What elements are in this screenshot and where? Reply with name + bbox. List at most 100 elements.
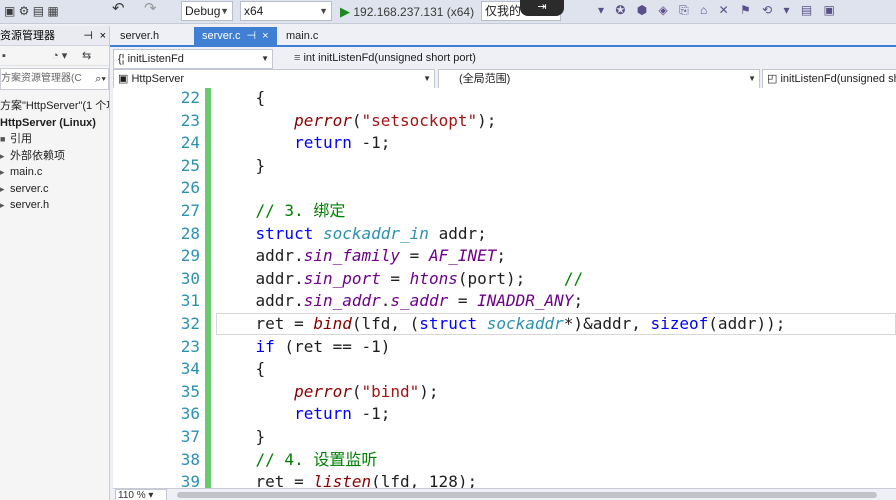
- code-token: sizeof: [650, 314, 709, 333]
- code-line[interactable]: 38 // 4. 设置监听: [113, 449, 896, 472]
- code-token: listen: [313, 472, 372, 488]
- code-line[interactable]: 29 addr.sin_family = AF_INET;: [113, 245, 896, 268]
- platform-select[interactable]: x64 ▼: [240, 1, 332, 21]
- code-token: struct: [419, 314, 478, 333]
- member-select[interactable]: ◰ initListenFd(unsigned sh: [762, 69, 896, 89]
- code-line[interactable]: 22 {: [113, 88, 896, 110]
- tab-label: server.h: [120, 30, 160, 42]
- start-debug-button[interactable]: ▶ 192.168.237.131 (x64): [340, 3, 474, 20]
- line-number: 34: [180, 359, 200, 379]
- code-line[interactable]: 23 perror("setsockopt");: [113, 110, 896, 133]
- global-scope-value: (全局范围): [459, 73, 511, 85]
- tree-item-label: 外部依赖项: [10, 149, 65, 162]
- code-token: ret =: [217, 314, 314, 333]
- code-line[interactable]: 23 if (ret == -1): [113, 336, 896, 359]
- code-line[interactable]: 39 ret = listen(lfd, 128);: [113, 471, 896, 488]
- solution-search-placeholder: 方案资源管理器(C: [1, 73, 82, 84]
- code-line[interactable]: 34 {: [113, 358, 896, 381]
- code-line[interactable]: 32 ret = bind(lfd, (struct sockaddr*)&ad…: [113, 313, 896, 336]
- code-text: // 3. 绑定: [217, 200, 346, 223]
- solution-search-input[interactable]: 方案资源管理器(C ⌕▾: [0, 68, 109, 90]
- save-all-icon[interactable]: ▣ ⚙ ▤ ▦: [4, 3, 59, 20]
- line-number: 23: [180, 110, 200, 130]
- configuration-select[interactable]: Debug ▼: [181, 1, 233, 21]
- code-text: perror("bind");: [217, 381, 439, 404]
- zoom-value: 110 %: [118, 490, 146, 500]
- tree-item-references[interactable]: ■ 引用: [0, 131, 109, 148]
- code-text: perror("setsockopt");: [217, 110, 496, 133]
- tree-item-label: 引用: [10, 133, 32, 145]
- collapse-icon[interactable]: ▪: [2, 46, 6, 66]
- code-token: addr;: [428, 223, 487, 243]
- code-text: }: [217, 426, 266, 449]
- code-line[interactable]: 24 return -1;: [113, 132, 896, 155]
- toolbar-icon-group[interactable]: ▾ ✪ ⬢ ◈ ⎘ ⌂ ✕ ⚑ ⟲ ▾ ▤ ▣: [598, 3, 839, 18]
- code-text: return -1;: [217, 403, 390, 426]
- code-line[interactable]: 26: [113, 177, 896, 200]
- line-number: 28: [180, 223, 200, 243]
- line-number: 37: [180, 427, 200, 446]
- code-token: addr.: [217, 268, 304, 288]
- pin-icon[interactable]: ⊣: [83, 26, 93, 46]
- tree-item-external-deps[interactable]: ▸ 外部依赖项: [0, 148, 109, 165]
- code-token: (port);: [457, 268, 564, 288]
- chevron-down-icon: ▼: [220, 6, 229, 16]
- redo-icon[interactable]: ↷: [144, 0, 157, 17]
- code-token: );: [477, 110, 497, 130]
- tree-item-project[interactable]: HttpServer (Linux): [0, 115, 109, 132]
- code-token: ;: [496, 246, 507, 266]
- code-token: addr.: [217, 291, 304, 311]
- undo-icon[interactable]: ↶: [112, 0, 125, 17]
- code-line[interactable]: 25 }: [113, 155, 896, 178]
- code-line[interactable]: 30 addr.sin_port = htons(port); //: [113, 268, 896, 291]
- code-token: ret =: [217, 472, 314, 488]
- horizontal-scrollbar[interactable]: [177, 492, 877, 498]
- line-number: 23: [180, 336, 200, 356]
- search-icon: ⌕▾: [95, 73, 106, 85]
- tree-item-solution[interactable]: 方案"HttpServer"(1 个项: [0, 98, 109, 115]
- history-icon[interactable]: ◔ ▾: [52, 46, 67, 66]
- close-icon[interactable]: ×: [262, 30, 268, 42]
- global-scope-select[interactable]: (全局范围) ▼: [438, 69, 760, 89]
- tree-item-server-h[interactable]: ▸ server.h: [0, 197, 109, 214]
- platform-value: x64: [244, 4, 264, 18]
- code-text: addr.sin_addr.s_addr = INADDR_ANY;: [217, 290, 584, 313]
- code-token: -1;: [351, 404, 391, 424]
- tab-main-c[interactable]: main.c: [278, 27, 326, 45]
- code-text: if (ret == -1): [217, 336, 391, 359]
- code-text: }: [217, 155, 266, 178]
- code-text: struct sockaddr_in addr;: [217, 223, 487, 246]
- project-value: HttpServer: [131, 73, 185, 85]
- function-scope-select[interactable]: {¦ initListenFd ▼: [113, 49, 273, 69]
- code-token: (: [351, 381, 362, 401]
- code-line[interactable]: 28 struct sockaddr_in addr;: [113, 223, 896, 246]
- solution-explorer-title: 资源管理器: [0, 30, 55, 42]
- solution-explorer-title-bar: 资源管理器 ⊣ ×: [0, 26, 109, 46]
- sync-icon[interactable]: ⇆: [82, 46, 91, 66]
- close-icon[interactable]: ×: [100, 26, 106, 46]
- tree-item-server-c[interactable]: ▸ server.c: [0, 181, 109, 198]
- code-token: }: [217, 155, 266, 175]
- tree-item-label: server.c: [10, 182, 49, 195]
- member-icon: ◰: [767, 73, 781, 85]
- code-line[interactable]: 36 return -1;: [113, 403, 896, 426]
- tab-server-c[interactable]: server.c ⊣ ×: [194, 27, 277, 45]
- pin-icon[interactable]: ⊣: [247, 30, 257, 42]
- code-editor[interactable]: 22 {23 perror("setsockopt"); 24 return -1…: [113, 88, 896, 488]
- tab-server-h[interactable]: server.h: [112, 27, 167, 45]
- line-number: 38: [180, 449, 200, 469]
- code-line[interactable]: 35 perror("bind");: [113, 381, 896, 404]
- code-line[interactable]: 37 }: [113, 426, 896, 449]
- code-line[interactable]: 27 // 3. 绑定: [113, 200, 896, 223]
- project-select[interactable]: ▣ HttpServer ▼: [113, 69, 435, 89]
- zoom-select[interactable]: 110 % ▾: [115, 489, 167, 500]
- line-number: 35: [180, 381, 200, 401]
- code-text: return -1;: [217, 132, 390, 155]
- tree-item-main-c[interactable]: ▸ main.c: [0, 164, 109, 181]
- code-token: =: [448, 291, 478, 311]
- tab-label: main.c: [286, 30, 319, 42]
- code-token: -1;: [351, 133, 391, 153]
- code-token: htons: [409, 268, 458, 288]
- code-line[interactable]: 31 addr.sin_addr.s_addr = INADDR_ANY;: [113, 290, 896, 313]
